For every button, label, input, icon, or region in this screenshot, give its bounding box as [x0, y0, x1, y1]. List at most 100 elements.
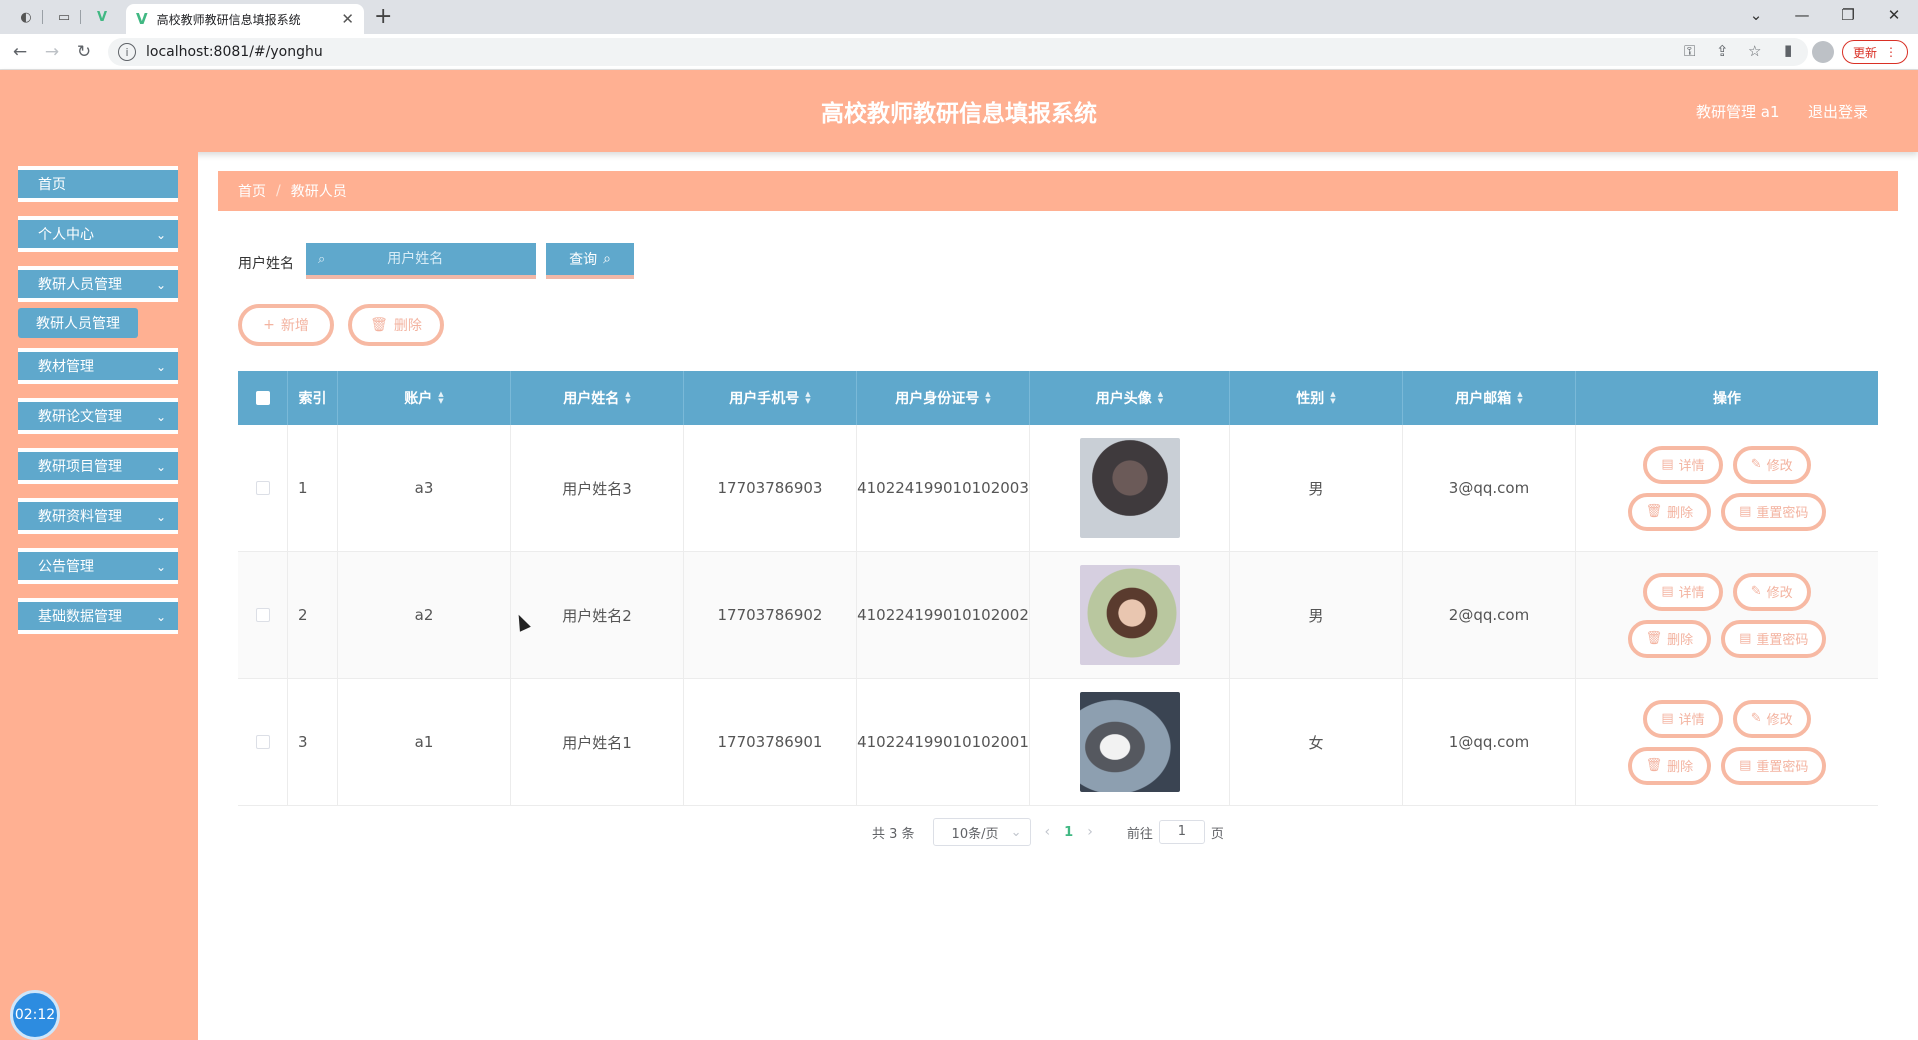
delete-button[interactable]: 🗑 删除	[1627, 746, 1712, 785]
app-title: 高校教师教研信息填报系统	[821, 101, 1097, 127]
current-user-label: 教研管理 a1	[1696, 103, 1780, 121]
row-checkbox[interactable]	[255, 735, 270, 749]
browser-address-bar: ← → ↻ i localhost:8081/#/yonghu ⚿ ⇪ ☆ ▮ …	[0, 34, 1918, 70]
profile-avatar-icon[interactable]	[1812, 41, 1834, 63]
select-all-cell	[238, 371, 288, 425]
reset-password-button[interactable]: ▤ 重置密码	[1721, 746, 1827, 785]
sidebar-item-researcher-management[interactable]: 教研人员管理 ⌄	[18, 266, 178, 302]
sidebar-subitem-researcher-management[interactable]: 教研人员管理	[18, 308, 138, 338]
table-row: 3 a1 用户姓名1 17703786901 41022419901010200…	[238, 679, 1878, 806]
sort-icon[interactable]: ▲ ▼	[805, 391, 810, 405]
site-info-icon[interactable]: i	[118, 43, 136, 61]
sidebar-item-label: 基础数据管理	[38, 609, 122, 625]
sidebar-item-paper-management[interactable]: 教研论文管理 ⌄	[18, 398, 178, 434]
sidebar-item-label: 公告管理	[38, 559, 94, 575]
search-input[interactable]	[325, 251, 506, 267]
trash-icon: 🗑	[1645, 504, 1663, 519]
tab-divider	[80, 10, 81, 24]
detail-button[interactable]: ▤ 详情	[1643, 572, 1723, 611]
column-header-email[interactable]: 用户邮箱 ▲ ▼	[1403, 371, 1576, 425]
column-header-phone[interactable]: 用户手机号 ▲ ▼	[684, 371, 857, 425]
batch-delete-button[interactable]: 🗑 删除	[348, 304, 444, 346]
active-browser-tab[interactable]: V 高校教师教研信息填报系统 ✕	[126, 4, 364, 34]
account-cell: a1	[338, 679, 511, 805]
reset-password-button[interactable]: ▤ 重置密码	[1721, 492, 1827, 531]
pencil-icon: ✎	[1750, 584, 1762, 599]
back-icon[interactable]: ←	[9, 41, 31, 63]
column-header-gender[interactable]: 性别 ▲ ▼	[1230, 371, 1403, 425]
sort-icon[interactable]: ▲ ▼	[985, 391, 990, 405]
vue-tab-icon[interactable]: V	[92, 7, 112, 27]
add-button[interactable]: + 新增	[238, 304, 334, 346]
detail-button[interactable]: ▤ 详情	[1643, 699, 1723, 738]
search-button[interactable]: 查询 ⌕	[546, 243, 634, 279]
sort-icon[interactable]: ▲ ▼	[1330, 391, 1335, 405]
reset-password-button[interactable]: ▤ 重置密码	[1721, 619, 1827, 658]
column-header-name[interactable]: 用户姓名 ▲ ▼	[511, 371, 684, 425]
idcard-cell: 410224199010102001	[857, 679, 1030, 805]
share-icon[interactable]: ⇪	[1716, 42, 1729, 60]
sidebar-item-notice-management[interactable]: 公告管理 ⌄	[18, 548, 178, 584]
search-input-wrapper[interactable]: ⌕	[306, 243, 536, 279]
blank-tab-icon[interactable]: ▭	[54, 7, 74, 27]
delete-label: 删除	[1667, 506, 1694, 521]
close-window-icon[interactable]: ✕	[1880, 4, 1908, 26]
row-checkbox[interactable]	[255, 608, 270, 622]
reload-icon[interactable]: ↻	[73, 41, 95, 63]
sidebar-item-home[interactable]: 首页	[18, 166, 178, 202]
index-cell: 3	[288, 679, 338, 805]
minimize-icon[interactable]: —	[1788, 4, 1816, 26]
new-tab-icon[interactable]: +	[374, 5, 392, 29]
goto-page-input[interactable]: 1	[1158, 820, 1205, 844]
sidebar-item-base-data-management[interactable]: 基础数据管理 ⌄	[18, 598, 178, 634]
sort-icon[interactable]: ▲ ▼	[1517, 391, 1522, 405]
browser-icon[interactable]: ◐	[16, 7, 36, 27]
bookmark-star-icon[interactable]: ☆	[1748, 42, 1761, 60]
prev-page-icon[interactable]: ‹	[1045, 824, 1051, 840]
page-size-select[interactable]: 10条/页 ⌄	[932, 818, 1031, 846]
side-panel-icon[interactable]: ▮	[1784, 41, 1792, 59]
column-header-account[interactable]: 账户 ▲ ▼	[338, 371, 511, 425]
restore-icon[interactable]: ❐	[1834, 4, 1862, 26]
key-icon[interactable]: ⚿	[1684, 42, 1695, 60]
url-field[interactable]: i localhost:8081/#/yonghu ⚿ ⇪ ☆	[108, 38, 1808, 66]
column-header-avatar[interactable]: 用户头像 ▲ ▼	[1030, 371, 1230, 425]
forward-icon[interactable]: →	[41, 41, 63, 63]
column-header-idcard[interactable]: 用户身份证号 ▲ ▼	[857, 371, 1030, 425]
tab-search-icon[interactable]: ⌄	[1742, 4, 1770, 26]
pagination: 共 3 条 10条/页 ⌄ ‹ 1 › 前往 1 页	[872, 818, 1224, 846]
sidebar-item-project-management[interactable]: 教研项目管理 ⌄	[18, 448, 178, 484]
chevron-down-icon: ⌄	[155, 460, 166, 474]
sort-icon[interactable]: ▲ ▼	[1158, 391, 1163, 405]
browser-update-button[interactable]: 更新 ⋮	[1842, 40, 1908, 64]
clock-widget[interactable]: 02:12	[10, 990, 60, 1040]
edit-button[interactable]: ✎ 修改	[1732, 699, 1811, 738]
delete-label: 删除	[1667, 760, 1694, 775]
sidebar-item-material-management[interactable]: 教研资料管理 ⌄	[18, 498, 178, 534]
page-number[interactable]: 1	[1064, 825, 1073, 840]
search-icon: ⌕	[603, 251, 611, 267]
column-header-label: 用户头像	[1095, 391, 1152, 407]
user-avatar-image	[1079, 565, 1180, 665]
close-tab-icon[interactable]: ✕	[341, 10, 354, 28]
sort-icon[interactable]: ▲ ▼	[438, 391, 443, 405]
delete-button[interactable]: 🗑 删除	[1627, 619, 1712, 658]
sidebar-item-textbook-management[interactable]: 教材管理 ⌄	[18, 348, 178, 384]
trash-icon: 🗑	[1645, 758, 1663, 773]
document-icon: ▤	[1739, 631, 1752, 646]
sidebar-item-personal-center[interactable]: 个人中心 ⌄	[18, 216, 178, 252]
search-button-label: 查询	[569, 252, 598, 268]
select-all-checkbox[interactable]	[255, 391, 270, 405]
name-cell: 用户姓名2	[511, 552, 684, 678]
sort-icon[interactable]: ▲ ▼	[625, 391, 630, 405]
logout-link[interactable]: 退出登录	[1808, 101, 1868, 122]
edit-button[interactable]: ✎ 修改	[1732, 572, 1811, 611]
next-page-icon[interactable]: ›	[1087, 824, 1093, 840]
detail-button[interactable]: ▤ 详情	[1643, 445, 1723, 484]
breadcrumb-home[interactable]: 首页	[238, 181, 266, 201]
chevron-down-icon: ⌄	[1010, 824, 1022, 840]
delete-button[interactable]: 🗑 删除	[1627, 492, 1712, 531]
row-checkbox[interactable]	[255, 481, 270, 495]
phone-cell: 17703786902	[684, 552, 857, 678]
edit-button[interactable]: ✎ 修改	[1732, 445, 1811, 484]
